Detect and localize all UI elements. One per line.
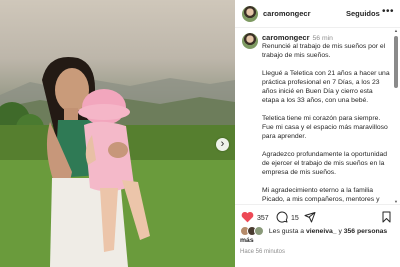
following-status-button[interactable]: Seguidos [346, 9, 380, 18]
more-options-icon[interactable]: ••• [382, 6, 394, 17]
likes-user[interactable]: vieneiva_ [306, 228, 337, 235]
comment-icon[interactable] [276, 211, 288, 223]
likes-prefix: Les gusta a [268, 227, 305, 235]
post-header: caromongecr Seguidos ••• [235, 0, 400, 28]
caption-author-avatar[interactable] [242, 33, 258, 49]
action-bar: 357 15 [235, 204, 400, 227]
posted-time: Hace 56 minutos [240, 249, 286, 255]
bookmark-icon[interactable] [381, 211, 392, 223]
caption-username[interactable]: caromongecr [262, 33, 310, 42]
post-side-panel: caromongecr Seguidos ••• caromongecr 56 m… [235, 0, 400, 267]
post-photo[interactable]: › [0, 0, 235, 267]
likes-summary: Les gusta a vieneiva_ y 356 personas más [240, 226, 398, 245]
author-avatar[interactable] [242, 6, 258, 22]
share-icon[interactable] [304, 211, 316, 223]
scroll-thumb[interactable] [394, 36, 398, 88]
next-photo-button[interactable]: › [216, 138, 229, 151]
comments-count: 15 [291, 215, 299, 222]
likes-middle: y [338, 227, 342, 235]
author-username[interactable]: caromongecr [263, 9, 311, 18]
photo-scene [0, 56, 235, 267]
caption-time: 56 min [312, 35, 333, 42]
caption-header: caromongecr 56 min [262, 33, 390, 42]
liker-avatar [254, 226, 264, 236]
likes-count: 357 [257, 215, 269, 222]
caption-scrollbar[interactable]: ▲ ▼ [393, 28, 399, 204]
caption-text: Renuncié al trabajo de mis sueños por el… [262, 43, 390, 203]
caption-area: caromongecr 56 min Renuncié al trabajo de… [235, 27, 393, 203]
scroll-up-arrow-icon[interactable]: ▲ [393, 28, 399, 33]
heart-filled-icon[interactable] [241, 211, 254, 223]
